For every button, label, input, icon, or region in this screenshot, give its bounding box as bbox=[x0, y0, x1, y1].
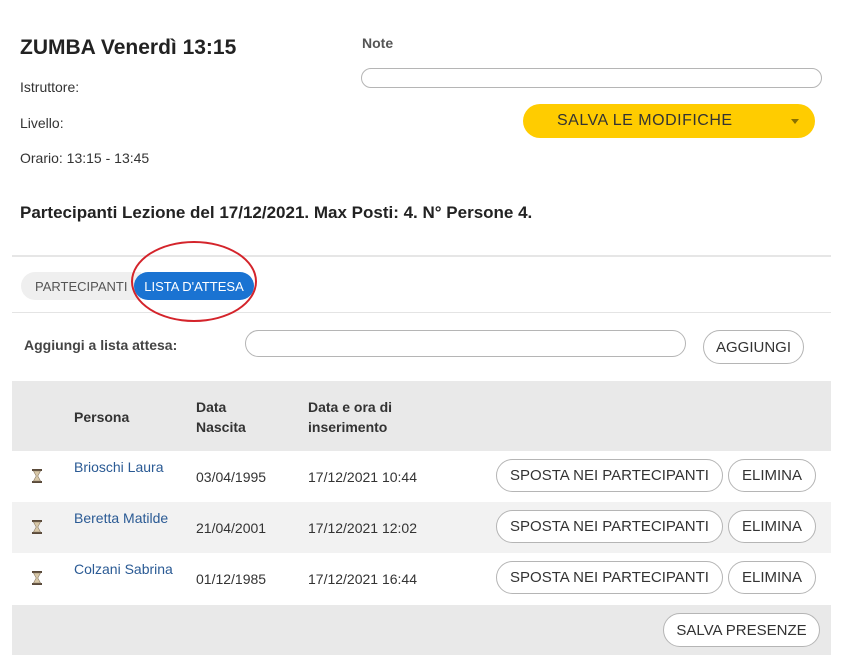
tab-bar-divider bbox=[12, 312, 831, 313]
birth-date: 21/04/2001 bbox=[196, 520, 267, 536]
header-birth-line1: Data bbox=[196, 399, 227, 415]
waitlist-add-label: Aggiungi a lista attesa: bbox=[24, 337, 178, 353]
move-to-participants-button[interactable]: SPOSTA NEI PARTECIPANTI bbox=[496, 459, 723, 492]
tab-lista-attesa[interactable]: LISTA D'ATTESA bbox=[134, 272, 254, 300]
person-link[interactable]: Brioschi Laura bbox=[74, 457, 174, 477]
birth-date: 03/04/1995 bbox=[196, 469, 267, 485]
hourglass-icon bbox=[32, 520, 42, 534]
delete-button[interactable]: ELIMINA bbox=[728, 561, 816, 594]
table-row: Colzani Sabrina 01/12/1985 17/12/2021 16… bbox=[12, 553, 831, 604]
schedule-text: Orario: 13:15 - 13:45 bbox=[20, 150, 150, 166]
instructor-label: Istruttore: bbox=[20, 79, 80, 95]
delete-button[interactable]: ELIMINA bbox=[728, 459, 816, 492]
table-footer: SALVA PRESENZE bbox=[12, 605, 831, 655]
inserted-datetime: 17/12/2021 10:44 bbox=[308, 469, 417, 485]
save-changes-label: SALVA LE MODIFICHE bbox=[557, 112, 733, 129]
table-row: Beretta Matilde 21/04/2001 17/12/2021 12… bbox=[12, 502, 831, 553]
caret-down-icon[interactable] bbox=[791, 119, 799, 124]
level-label: Livello: bbox=[20, 115, 64, 131]
inserted-datetime: 17/12/2021 16:44 bbox=[308, 571, 417, 587]
hourglass-icon bbox=[32, 571, 42, 585]
person-link[interactable]: Beretta Matilde bbox=[74, 508, 174, 528]
waitlist-search-input[interactable] bbox=[245, 330, 686, 357]
inserted-datetime: 17/12/2021 12:02 bbox=[308, 520, 417, 536]
save-changes-button[interactable]: SALVA LE MODIFICHE bbox=[523, 104, 815, 138]
move-to-participants-button[interactable]: SPOSTA NEI PARTECIPANTI bbox=[496, 510, 723, 543]
table-row: Brioschi Laura 03/04/1995 17/12/2021 10:… bbox=[12, 451, 831, 502]
header-inserted-line1: Data e ora di bbox=[308, 399, 393, 415]
table-header: Persona Data Nascita Data e ora di inser… bbox=[12, 381, 831, 451]
section-divider bbox=[12, 255, 831, 257]
hourglass-icon bbox=[32, 469, 42, 483]
move-to-participants-button[interactable]: SPOSTA NEI PARTECIPANTI bbox=[496, 561, 723, 594]
delete-button[interactable]: ELIMINA bbox=[728, 510, 816, 543]
notes-textarea[interactable] bbox=[361, 68, 822, 88]
lesson-title: ZUMBA Venerdì 13:15 bbox=[20, 36, 237, 59]
header-inserted-line2: inserimento bbox=[308, 419, 388, 435]
notes-label: Note bbox=[362, 35, 394, 51]
header-birth-line2: Nascita bbox=[196, 419, 246, 435]
tab-partecipanti[interactable]: PARTECIPANTI bbox=[21, 272, 141, 300]
birth-date: 01/12/1985 bbox=[196, 571, 267, 587]
add-button[interactable]: AGGIUNGI bbox=[703, 330, 804, 364]
participants-summary: Partecipanti Lezione del 17/12/2021. Max… bbox=[20, 203, 533, 222]
person-link[interactable]: Colzani Sabrina bbox=[74, 559, 174, 579]
save-attendance-button[interactable]: SALVA PRESENZE bbox=[663, 613, 820, 647]
header-person: Persona bbox=[74, 409, 130, 425]
